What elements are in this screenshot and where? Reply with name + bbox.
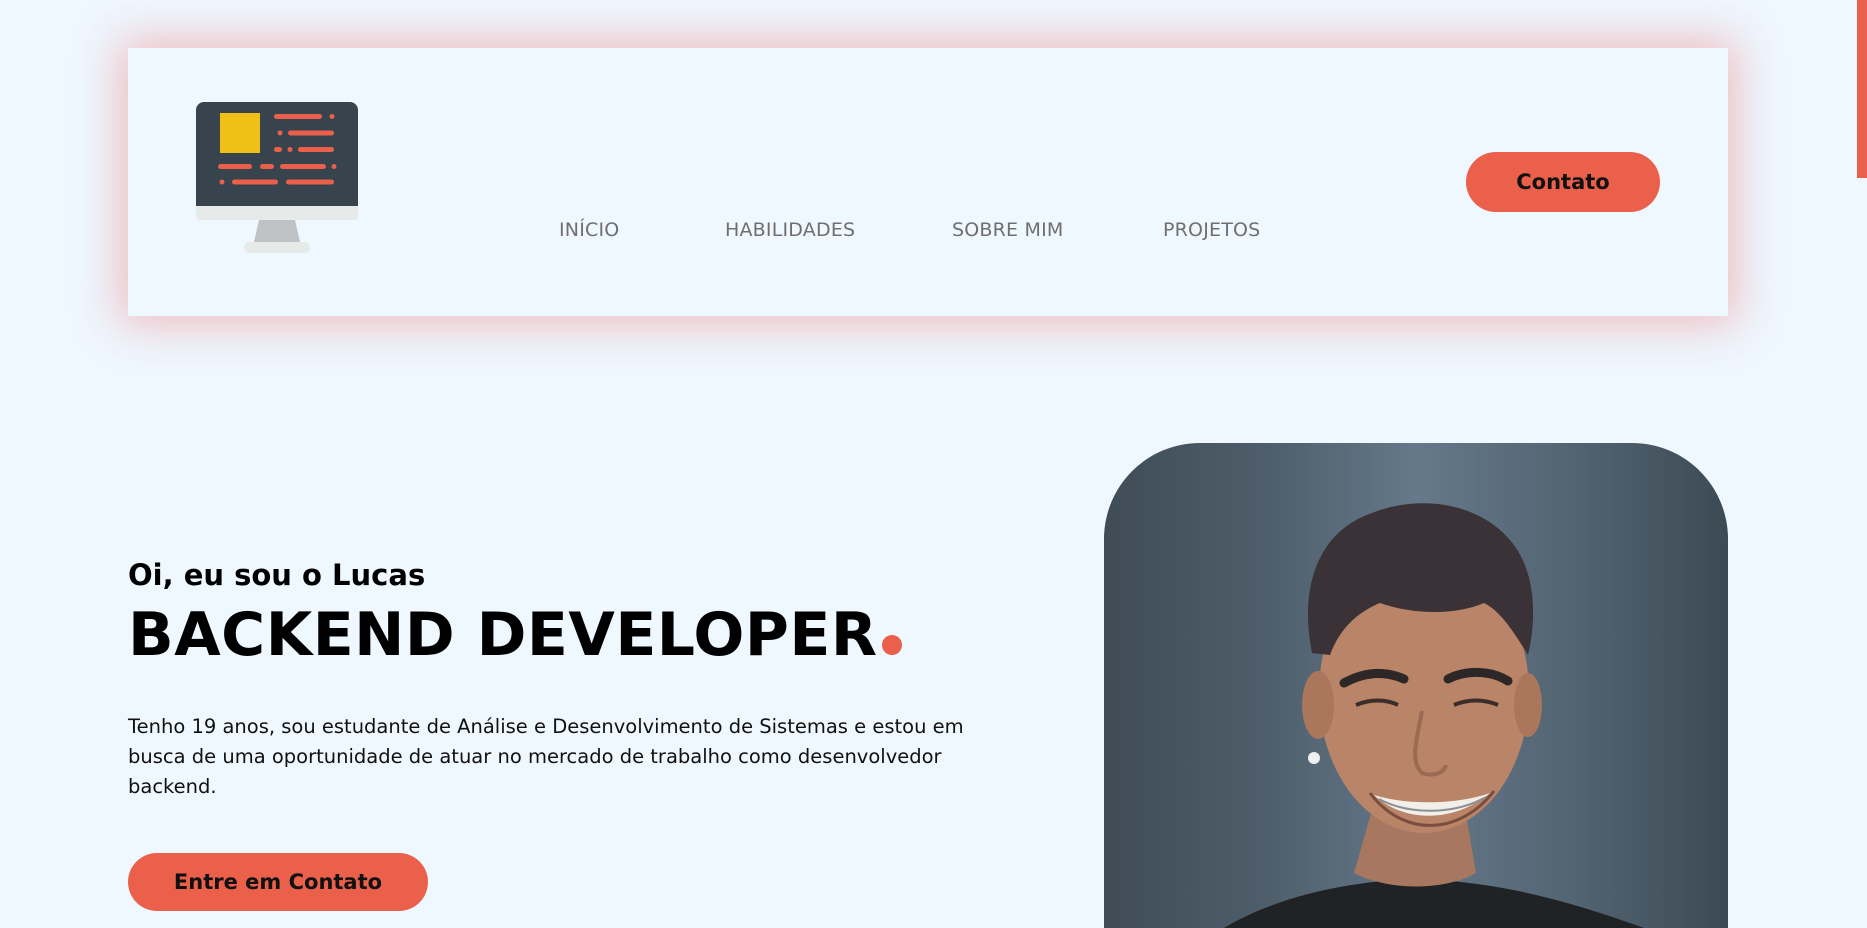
accent-dot xyxy=(881,635,902,655)
scrollbar-thumb[interactable] xyxy=(1857,0,1867,178)
get-in-touch-button[interactable]: Entre em Contato xyxy=(128,853,428,911)
nav-link-habilidades[interactable]: HABILIDADES xyxy=(725,219,855,241)
page: INÍCIO HABILIDADES SOBRE MIM PROJETOS Co… xyxy=(0,0,1867,928)
nav-link-inicio[interactable]: INÍCIO xyxy=(559,219,619,241)
contact-button[interactable]: Contato xyxy=(1466,152,1660,212)
nav-link-projetos[interactable]: PROJETOS xyxy=(1163,219,1260,241)
navbar: INÍCIO HABILIDADES SOBRE MIM PROJETOS Co… xyxy=(128,48,1728,316)
hero-description: Tenho 19 anos, sou estudante de Análise … xyxy=(128,715,964,798)
nav-link-sobre-mim[interactable]: SOBRE MIM xyxy=(952,219,1064,241)
hero-title: BACKEND DEVELOPER xyxy=(128,600,902,670)
profile-photo xyxy=(1104,443,1728,928)
hero-title-text: BACKEND DEVELOPER xyxy=(128,600,878,670)
hero-greeting: Oi, eu sou o Lucas xyxy=(128,558,426,592)
